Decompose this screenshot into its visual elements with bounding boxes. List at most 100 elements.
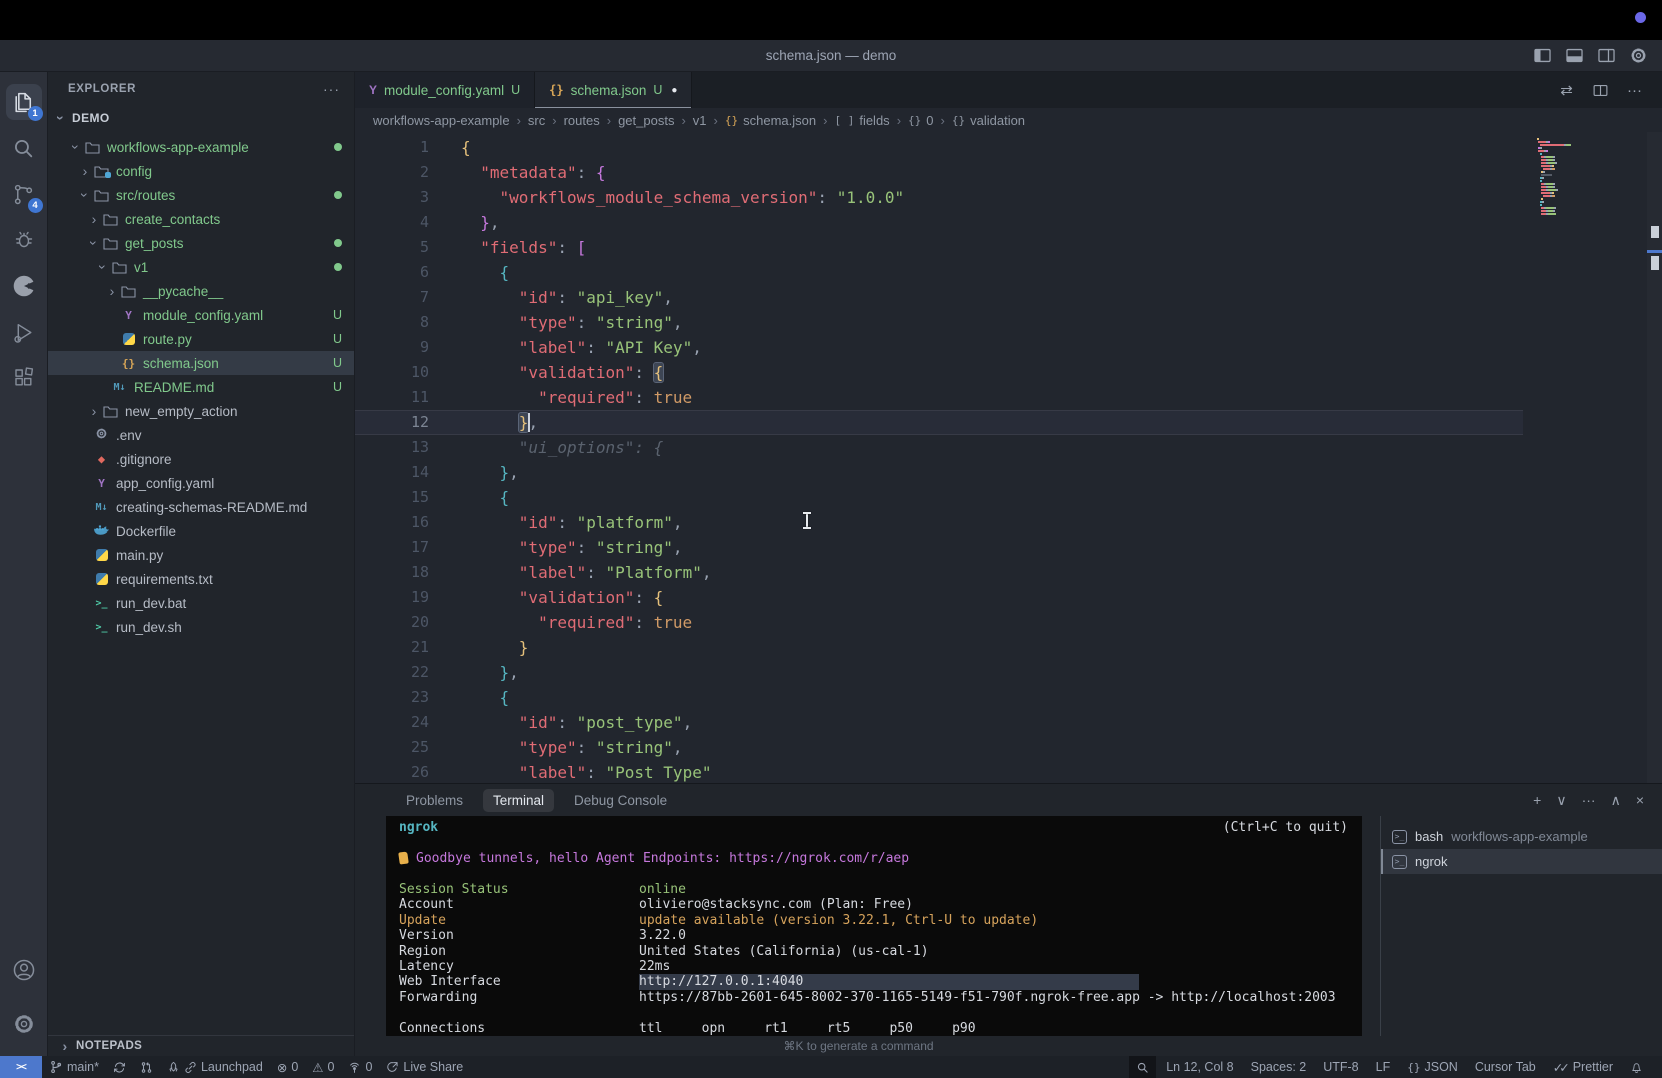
activity-item-extension-logo[interactable] (4, 264, 44, 308)
tree-item-dockerfile[interactable]: ›Dockerfile (48, 519, 354, 543)
unsaved-dot-icon[interactable]: ● (671, 85, 677, 96)
status-warnings[interactable]: ⚠0 (305, 1056, 341, 1078)
folder-file-icon (92, 165, 111, 178)
breadcrumb-item-src[interactable]: src (528, 113, 545, 128)
panel-tab-debug-console[interactable]: Debug Console (564, 789, 677, 812)
tree-item--gitignore[interactable]: ›◆.gitignore (48, 447, 354, 471)
tree-item-src-routes[interactable]: ›src/routes (48, 183, 354, 207)
tree-item-config[interactable]: ›config (48, 159, 354, 183)
chevron-icon: › (69, 140, 83, 154)
code-line-6: 6 { (355, 260, 1662, 285)
status-remote-indicator[interactable]: >< (0, 1056, 42, 1078)
tree-item-schema-json[interactable]: ›{}schema.jsonU (48, 351, 354, 375)
breadcrumb-item-validation[interactable]: {}validation (952, 113, 1025, 128)
tree-item-creating-schemas-readme-md[interactable]: ›M↓creating-schemas-README.md (48, 495, 354, 519)
tree-item-readme-md[interactable]: ›M↓README.mdU (48, 375, 354, 399)
terminal-row: Accountoliviero@stacksync.com (Plan: Fre… (399, 897, 1352, 912)
activity-item-source-control[interactable]: 4 (4, 172, 44, 216)
status-encoding[interactable]: UTF-8 (1316, 1056, 1365, 1078)
notepads-section[interactable]: › NOTEPADS (48, 1035, 354, 1056)
split-editor-icon[interactable] (1591, 81, 1610, 100)
settings-gear-icon[interactable] (1629, 46, 1648, 65)
tree-item-workflows-app-example[interactable]: ›workflows-app-example (48, 135, 354, 159)
line-number: 22 (355, 660, 429, 685)
code-editor[interactable]: 1{2 "metadata": {3 "workflows_module_sch… (355, 132, 1662, 783)
tab-schema-json[interactable]: {}schema.jsonU● (535, 72, 692, 108)
notepads-label: NOTEPADS (76, 1040, 142, 1052)
overview-ruler (1647, 132, 1662, 783)
maximize-panel-icon[interactable]: ∧ (1611, 792, 1621, 809)
tab-module-config[interactable]: Ymodule_config.yamlU (355, 72, 535, 108)
status-ports[interactable]: 0 (341, 1056, 379, 1078)
tree-item-requirements-txt[interactable]: ›requirements.txt (48, 567, 354, 591)
workspace-section-demo[interactable]: › DEMO (48, 106, 354, 130)
breadcrumb-item-get-posts[interactable]: get_posts (618, 113, 674, 128)
status-formatter[interactable]: ✓✓Prettier (1546, 1056, 1620, 1078)
tree-item-route-py[interactable]: ›route.pyU (48, 327, 354, 351)
tree-item-get-posts[interactable]: ›get_posts (48, 231, 354, 255)
status-indentation[interactable]: Spaces: 2 (1244, 1056, 1314, 1078)
status-pull-requests[interactable] (133, 1056, 160, 1078)
folder-file-icon (101, 237, 120, 250)
terminal-list-item-ngrok[interactable]: >_ngrok (1381, 849, 1662, 874)
generate-command-hint: ⌘K to generate a command (355, 1039, 1362, 1053)
breadcrumb-item-routes[interactable]: routes (564, 113, 600, 128)
minimap[interactable] (1537, 138, 1647, 216)
activity-item-explorer[interactable]: 1 (4, 80, 44, 124)
panel-tab-problems[interactable]: Problems (396, 789, 473, 812)
layout-sidebar-icon[interactable] (1533, 46, 1552, 65)
status-cursor-position[interactable]: Ln 12, Col 8 (1159, 1056, 1240, 1078)
warning-icon: ⚠ (312, 1060, 323, 1075)
close-panel-icon[interactable]: × (1636, 792, 1644, 808)
open-changes-icon[interactable]: ⇄ (1557, 81, 1576, 100)
tree-item-label: app_config.yaml (116, 476, 214, 491)
activity-item-search[interactable] (4, 126, 44, 170)
panel-tab-terminal[interactable]: Terminal (483, 789, 554, 812)
tree-item-create-contacts[interactable]: ›create_contacts (48, 207, 354, 231)
status-cursor-tab[interactable]: Cursor Tab (1468, 1056, 1543, 1078)
code-line-18: 18 "label": "Platform", (355, 560, 1662, 585)
activity-item-debug[interactable] (4, 218, 44, 262)
explorer-more-actions-icon[interactable]: ··· (323, 81, 340, 97)
breadcrumb-item-0[interactable]: {}0 (908, 113, 933, 128)
activity-item-run-and-debug[interactable] (4, 310, 44, 354)
new-terminal-icon[interactable]: + (1533, 792, 1541, 808)
terminal-output[interactable]: ngrok(Ctrl+C to quit) Goodbye tunnels, h… (386, 816, 1362, 1036)
status-git-branch[interactable]: main* (42, 1056, 106, 1078)
tree-item-run-dev-sh[interactable]: ›>_run_dev.sh (48, 615, 354, 639)
tree-item-module-config-yaml[interactable]: ›Ymodule_config.yamlU (48, 303, 354, 327)
tree-item-new-empty-action[interactable]: ›new_empty_action (48, 399, 354, 423)
status-eol[interactable]: LF (1369, 1056, 1398, 1078)
activity-item-account[interactable] (4, 948, 44, 992)
status-language-mode[interactable]: {}JSON (1400, 1056, 1465, 1078)
more-icon[interactable]: ··· (1582, 792, 1596, 808)
python-file-icon (119, 333, 138, 345)
breadcrumb-item-fields[interactable]: [ ]fields (834, 113, 889, 128)
status-search-toggle[interactable] (1129, 1056, 1156, 1078)
more-actions-icon[interactable]: ··· (1625, 81, 1644, 100)
tree-item--env[interactable]: ›.env (48, 423, 354, 447)
status-launchpad[interactable]: Launchpad (160, 1056, 270, 1078)
tree-item-main-py[interactable]: ›main.py (48, 543, 354, 567)
activity-item-extensions[interactable] (4, 356, 44, 400)
tree-item-label: route.py (143, 332, 192, 347)
tree-item-label: creating-schemas-README.md (116, 500, 307, 515)
breadcrumb-item-workflows-app-example[interactable]: workflows-app-example (373, 113, 510, 128)
status-live-share[interactable]: Live Share (379, 1056, 470, 1078)
tree-item-app-config-yaml[interactable]: ›Yapp_config.yaml (48, 471, 354, 495)
terminal-list-item-bash[interactable]: >_bashworkflows-app-example (1381, 824, 1662, 849)
activity-item-settings[interactable] (4, 1002, 44, 1046)
breadcrumb-item-schema-json[interactable]: {}schema.json (725, 113, 816, 128)
status-errors[interactable]: ⊗0 (270, 1056, 305, 1078)
layout-panel-icon[interactable] (1565, 46, 1584, 65)
breadcrumb-item-v1[interactable]: v1 (693, 113, 707, 128)
tree-item-v1[interactable]: ›v1 (48, 255, 354, 279)
tree-item-run-dev-bat[interactable]: ›>_run_dev.bat (48, 591, 354, 615)
status-notifications[interactable] (1623, 1056, 1650, 1078)
status-sync-changes[interactable] (106, 1056, 133, 1078)
share-icon (386, 1061, 399, 1074)
code-line-23: 23 { (355, 685, 1662, 710)
layout-right-icon[interactable] (1597, 46, 1616, 65)
tree-item--pycache-[interactable]: ›__pycache__ (48, 279, 354, 303)
launch-profile-icon[interactable]: ∨ (1556, 792, 1566, 809)
